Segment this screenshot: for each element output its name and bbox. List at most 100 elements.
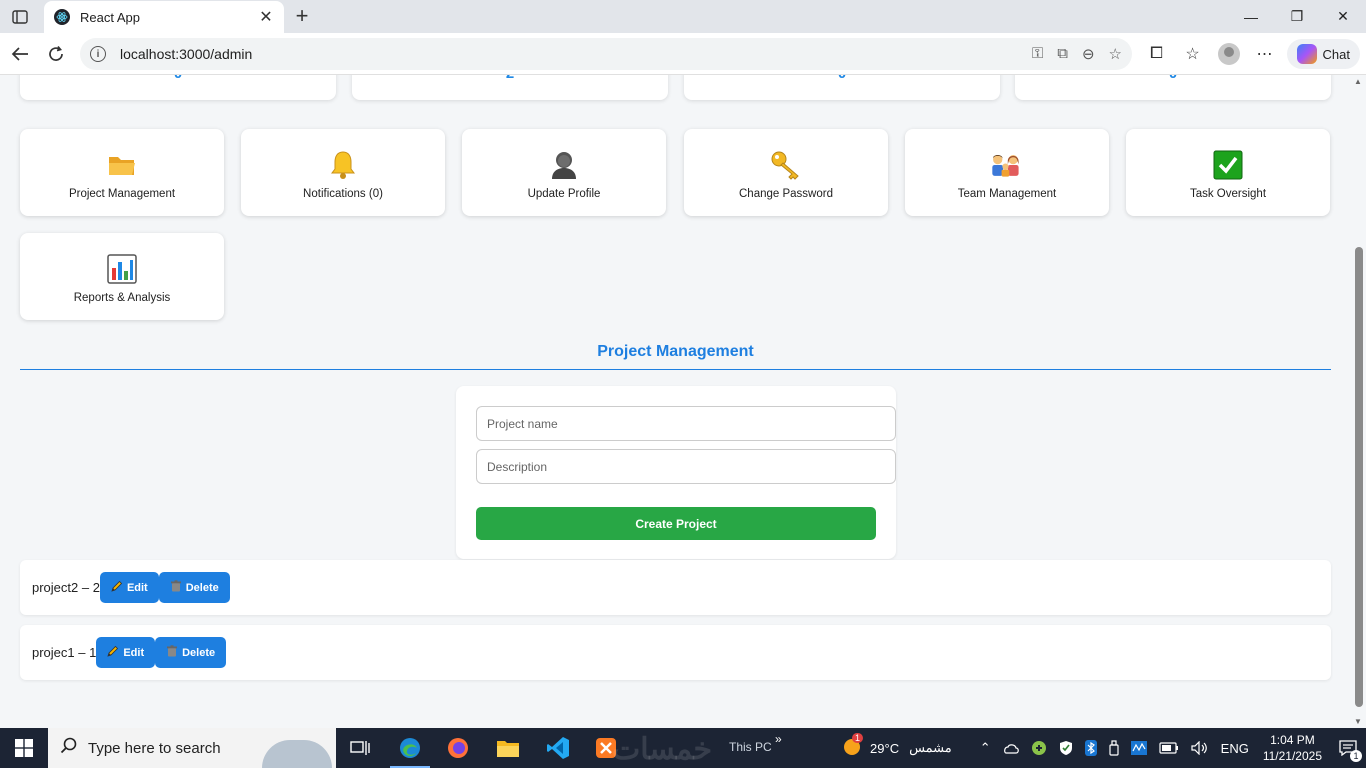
edit-button[interactable]: Edit [96, 637, 156, 668]
usb-device-icon[interactable] [1109, 740, 1119, 756]
browser-toolbar: i localhost:3000/admin ⚿ ⧉ ⊖ ☆ ⧠ ☆ ⋯ Cha… [0, 33, 1366, 75]
tile-task-oversight[interactable]: Task Oversight [1126, 129, 1330, 216]
volume-icon[interactable] [1191, 741, 1209, 755]
window-controls: ― ❐ ✕ [1228, 0, 1366, 33]
task-view-icon [350, 741, 370, 755]
stat-value: 2 [506, 75, 514, 82]
weather-widget[interactable]: 1 29°C مشمس [842, 732, 952, 760]
search-icon [60, 737, 78, 759]
close-window-button[interactable]: ✕ [1320, 0, 1366, 33]
onedrive-icon[interactable] [1003, 742, 1019, 754]
project-row: project2 – 2 Edit Delete [20, 560, 1331, 615]
trash-icon [166, 645, 178, 660]
toolbar-right: ⧠ ☆ ⋯ Chat [1139, 33, 1366, 75]
new-tab-button[interactable]: + [290, 5, 314, 27]
stat-card: 2 [352, 75, 668, 100]
scroll-down-icon[interactable]: ▼ [1354, 717, 1362, 726]
copilot-icon [1296, 44, 1317, 64]
clock[interactable]: 1:04 PM 11/21/2025 [1263, 732, 1322, 764]
tile-notifications[interactable]: Notifications (0) [241, 129, 445, 216]
taskbar-file-explorer[interactable] [484, 728, 532, 768]
project-description-input[interactable] [476, 449, 896, 484]
edit-label: Edit [123, 646, 145, 659]
edge-icon [400, 738, 420, 758]
task-view-button[interactable] [336, 728, 384, 768]
avatar [1217, 43, 1240, 65]
language-indicator[interactable]: ENG [1221, 741, 1249, 756]
edit-button[interactable]: Edit [99, 572, 159, 603]
stat-value: 0 [174, 75, 182, 82]
tile-change-password[interactable]: Change Password [684, 129, 888, 216]
bell-icon [326, 148, 360, 182]
back-button[interactable] [8, 42, 32, 66]
watermark-text: This PC [729, 740, 772, 754]
taskbar-firefox[interactable] [434, 728, 482, 768]
taskbar-vscode[interactable] [534, 728, 582, 768]
watermark-logo: خمسات [612, 733, 713, 766]
password-key-icon[interactable]: ⚿ [1032, 45, 1043, 63]
profile-button[interactable] [1211, 36, 1247, 72]
more-menu-icon[interactable]: ⋯ [1247, 36, 1283, 72]
tab-close-icon[interactable]: ✕ [258, 7, 274, 27]
tab-actions-icon[interactable] [8, 6, 32, 28]
create-project-button[interactable]: Create Project [476, 507, 876, 540]
browser-tab[interactable]: React App ✕ [44, 1, 284, 33]
bluetooth-icon[interactable] [1084, 740, 1097, 756]
delete-button[interactable]: Delete [158, 572, 230, 603]
tile-label: Task Oversight [1189, 188, 1267, 200]
project-row: projec1 – 1 Edit Delete [20, 625, 1331, 680]
start-button[interactable] [0, 728, 48, 768]
taskbar-edge[interactable] [386, 728, 434, 768]
address-bar[interactable]: i localhost:3000/admin ⚿ ⧉ ⊖ ☆ [80, 38, 1132, 70]
extensions-icon[interactable]: ⧠ [1139, 36, 1175, 72]
favorites-icon[interactable]: ☆ [1175, 36, 1211, 72]
copilot-chat-button[interactable]: Chat [1286, 39, 1360, 69]
tile-update-profile[interactable]: Update Profile [462, 129, 666, 216]
stat-value: 0 [838, 75, 846, 82]
site-info-icon[interactable]: i [90, 46, 106, 62]
url-text[interactable]: localhost:3000/admin [120, 46, 1032, 62]
delete-label: Delete [185, 581, 219, 594]
scroll-thumb[interactable] [1355, 247, 1363, 707]
reload-button[interactable] [44, 42, 68, 66]
tile-label: Team Management [957, 188, 1057, 200]
page-viewport: 0 2 0 0 Project Management Notifications… [0, 75, 1366, 728]
create-project-form: Create Project [456, 386, 896, 559]
favorite-star-icon[interactable]: ☆ [1109, 45, 1122, 63]
weather-badge: 1 [852, 732, 864, 743]
stat-card: 0 [1015, 75, 1331, 100]
browser-tabstrip: React App ✕ + ― ❐ ✕ [0, 0, 1366, 33]
security-shield-icon[interactable] [1059, 740, 1073, 756]
overflow-chevron-icon[interactable]: » [775, 732, 782, 746]
stat-card: 0 [20, 75, 336, 100]
app-tray-icon[interactable] [1031, 740, 1047, 756]
restore-button[interactable]: ❐ [1274, 0, 1320, 33]
project-name-input[interactable] [476, 406, 896, 441]
minimize-button[interactable]: ― [1228, 0, 1274, 33]
family-icon [990, 148, 1024, 182]
open-in-app-icon[interactable]: ⧉ [1057, 45, 1068, 63]
taskbar-search[interactable]: Type here to search [48, 728, 336, 768]
network-chart-icon[interactable] [1130, 741, 1147, 755]
stat-value: 0 [1169, 75, 1177, 82]
battery-icon[interactable] [1159, 742, 1179, 754]
check-mark-icon [1211, 148, 1245, 182]
scroll-up-icon[interactable]: ▲ [1354, 77, 1362, 86]
page-scrollbar[interactable]: ▲ ▼ [1352, 75, 1364, 728]
delete-button[interactable]: Delete [155, 637, 227, 668]
address-actions: ⚿ ⧉ ⊖ ☆ [1032, 45, 1122, 63]
tile-team-management[interactable]: Team Management [905, 129, 1109, 216]
tile-project-management[interactable]: Project Management [20, 129, 224, 216]
zoom-icon[interactable]: ⊖ [1082, 45, 1095, 63]
react-logo-icon [54, 9, 70, 25]
notification-count: 1 [1350, 750, 1362, 762]
chat-label: Chat [1322, 46, 1350, 62]
folder-icon [497, 741, 519, 757]
tile-label: Change Password [739, 188, 833, 200]
tab-title: React App [80, 9, 140, 25]
tile-reports-analysis[interactable]: Reports & Analysis [20, 233, 224, 320]
search-placeholder: Type here to search [88, 739, 221, 757]
show-hidden-icons[interactable]: ⌃ [980, 740, 991, 756]
notification-center-button[interactable]: 1 [1330, 728, 1366, 768]
section-divider [20, 369, 1331, 370]
